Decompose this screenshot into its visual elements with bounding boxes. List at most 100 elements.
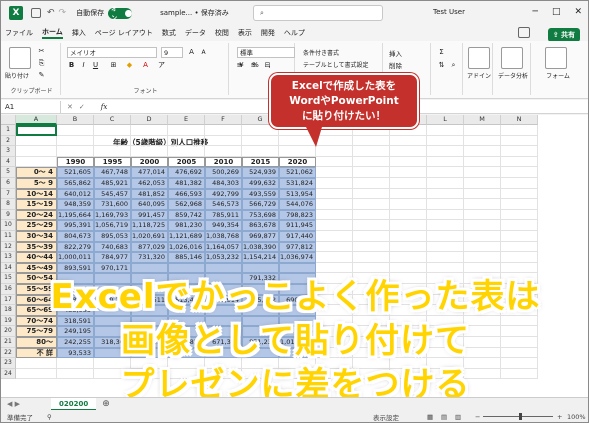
data-cell[interactable]: 877,029 <box>131 241 168 253</box>
grid-cell[interactable] <box>353 252 390 263</box>
grid-cell[interactable] <box>390 156 427 168</box>
grid-cell[interactable] <box>390 231 427 242</box>
grid-cell[interactable] <box>427 135 464 147</box>
data-cell[interactable]: 995,391 <box>57 220 94 231</box>
menu-tab-8[interactable]: 開発 <box>261 28 275 38</box>
data-cell[interactable]: 893,591 <box>57 262 94 274</box>
column-header[interactable]: F <box>205 115 242 125</box>
number-format-select[interactable]: 標準 <box>237 47 295 58</box>
save-icon[interactable] <box>31 8 41 18</box>
data-cell[interactable]: 566,729 <box>242 199 279 210</box>
data-cell[interactable]: 640,095 <box>131 199 168 210</box>
grid-cell[interactable] <box>390 178 427 189</box>
grid-cell[interactable] <box>390 199 427 210</box>
currency-icon[interactable]: ¥ <box>237 61 246 70</box>
grid-cell[interactable] <box>57 125 94 136</box>
grid-cell[interactable] <box>353 167 390 178</box>
row-header[interactable]: 6 <box>1 178 16 189</box>
grid-cell[interactable] <box>390 252 427 263</box>
grid-cell[interactable] <box>427 209 464 221</box>
data-cell[interactable]: 467,748 <box>94 167 131 178</box>
data-cell[interactable] <box>242 262 279 274</box>
grid-cell[interactable] <box>353 199 390 210</box>
menu-tab-6[interactable]: 校閲 <box>215 28 229 38</box>
grid-cell[interactable] <box>464 262 501 274</box>
grid-cell[interactable] <box>316 167 353 178</box>
grid-cell[interactable] <box>353 135 390 147</box>
grid-cell[interactable] <box>131 125 168 136</box>
grid-cell[interactable] <box>57 146 94 157</box>
row-header[interactable]: 9 <box>1 209 16 221</box>
data-cell[interactable]: 1,036,974 <box>279 252 316 263</box>
data-cell[interactable]: 513,954 <box>279 188 316 200</box>
format-painter-icon[interactable]: ✎ <box>37 71 46 80</box>
data-cell[interactable]: 462,053 <box>131 178 168 189</box>
percent-icon[interactable]: % <box>251 61 260 70</box>
form-label[interactable]: フォーム <box>533 71 583 80</box>
grid-cell[interactable] <box>353 262 390 274</box>
data-cell[interactable] <box>168 262 205 274</box>
data-cell[interactable]: 546,573 <box>205 199 242 210</box>
grid-cell[interactable] <box>427 146 464 157</box>
grid-cell[interactable] <box>57 135 94 147</box>
selected-cell[interactable] <box>16 125 57 136</box>
data-cell[interactable]: 1,154,214 <box>242 252 279 263</box>
data-cell[interactable]: 521,062 <box>279 167 316 178</box>
data-cell[interactable]: 1,169,793 <box>94 209 131 221</box>
fx-icon[interactable]: fx <box>101 103 108 111</box>
data-cell[interactable]: 524,939 <box>242 167 279 178</box>
data-cell[interactable]: 911,945 <box>279 220 316 231</box>
insert-cells-button[interactable]: 挿入 <box>389 48 402 58</box>
row-header[interactable]: 12 <box>1 241 16 253</box>
grid-cell[interactable] <box>464 146 501 157</box>
column-header[interactable]: N <box>501 115 538 125</box>
grid-cell[interactable] <box>501 220 538 231</box>
grid-cell[interactable] <box>427 167 464 178</box>
data-cell[interactable]: 731,320 <box>131 252 168 263</box>
grid-cell[interactable] <box>501 241 538 253</box>
grid-cell[interactable] <box>427 241 464 253</box>
format-as-table-button[interactable]: テーブルとして書式設定 <box>303 60 368 69</box>
grid-cell[interactable] <box>390 146 427 157</box>
menu-tab-5[interactable]: データ <box>185 28 206 38</box>
menu-tab-7[interactable]: 表示 <box>238 28 252 38</box>
grid-cell[interactable] <box>316 241 353 253</box>
data-cell[interactable] <box>279 262 316 274</box>
data-cell[interactable]: 493,559 <box>242 188 279 200</box>
column-header[interactable]: A <box>16 115 57 125</box>
normal-view-icon[interactable]: ▦ <box>427 413 433 421</box>
data-cell[interactable]: 499,632 <box>242 178 279 189</box>
grid-cell[interactable] <box>390 241 427 253</box>
menu-tab-9[interactable]: ヘルプ <box>284 28 305 38</box>
comma-icon[interactable]: , <box>265 61 274 70</box>
grid-cell[interactable] <box>316 262 353 274</box>
data-analysis-icon[interactable] <box>501 47 523 69</box>
share-button[interactable]: ⇪ 共有 <box>547 28 580 42</box>
grid-cell[interactable] <box>464 231 501 242</box>
addin-icon[interactable] <box>468 47 490 69</box>
grid-cell[interactable] <box>464 199 501 210</box>
close-icon[interactable]: ✕ <box>574 7 582 17</box>
menu-tab-2[interactable]: 挿入 <box>72 28 86 38</box>
grid-cell[interactable] <box>390 209 427 221</box>
grid-cell[interactable] <box>427 220 464 231</box>
data-cell[interactable]: 521,605 <box>57 167 94 178</box>
grid-cell[interactable] <box>464 220 501 231</box>
grid-cell[interactable] <box>16 146 57 157</box>
row-header[interactable]: 4 <box>1 156 16 168</box>
grid-cell[interactable] <box>501 167 538 178</box>
grid-cell[interactable] <box>390 220 427 231</box>
data-cell[interactable]: 1,000,011 <box>57 252 94 263</box>
grid-cell[interactable] <box>427 178 464 189</box>
menu-tab-3[interactable]: ページ レイアウト <box>95 28 153 38</box>
row-header[interactable]: 5 <box>1 167 16 178</box>
grid-cell[interactable] <box>353 178 390 189</box>
data-cell[interactable]: 545,457 <box>94 188 131 200</box>
data-cell[interactable]: 640,012 <box>57 188 94 200</box>
data-cell[interactable]: 822,279 <box>57 241 94 253</box>
data-cell[interactable]: 991,457 <box>131 209 168 221</box>
undo-icon[interactable]: ↶ <box>47 8 55 18</box>
accessibility-icon[interactable]: ⚲ <box>47 413 52 421</box>
data-cell[interactable]: 565,862 <box>57 178 94 189</box>
cut-icon[interactable]: ✂ <box>37 47 46 56</box>
